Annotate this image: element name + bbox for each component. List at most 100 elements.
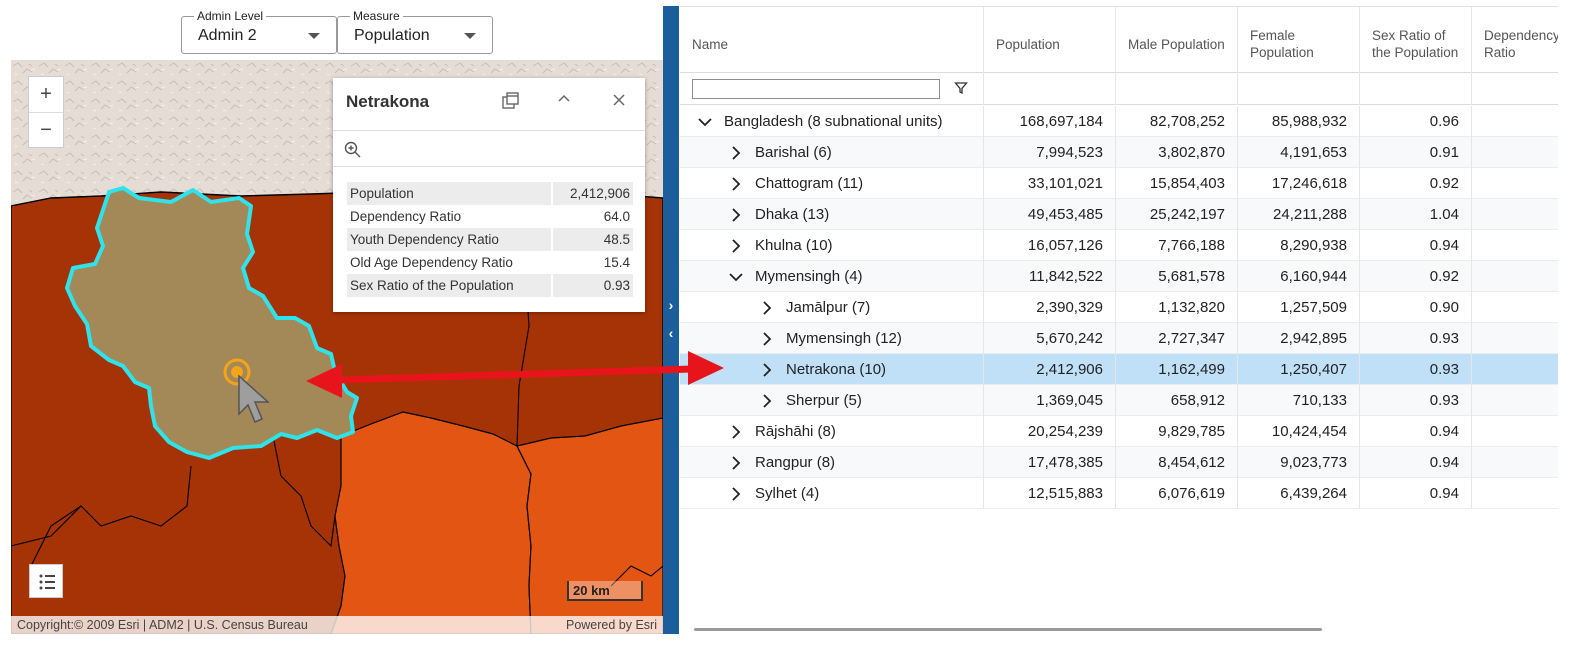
table-row[interactable]: Jamālpur (7) 2,390,329 1,132,820 1,257,509 0… <box>680 292 1558 323</box>
popup-row: Sex Ratio of the Population 0.93 <box>347 274 633 297</box>
popup-field-label: Population <box>347 182 553 205</box>
zoom-out-button[interactable]: − <box>29 112 63 147</box>
row-name: Rangpur (8) <box>755 454 836 471</box>
chevron-right-icon[interactable] <box>729 456 743 470</box>
filter-cell <box>680 73 984 105</box>
measure-select[interactable]: Measure Population <box>337 9 493 54</box>
column-header-sex-ratio[interactable]: Sex Ratio of the Population <box>1360 7 1472 73</box>
filter-cell <box>1360 73 1472 105</box>
female-cell: 6,160,944 <box>1238 261 1360 292</box>
name-cell: Chattogram (11) <box>680 168 984 199</box>
chevron-right-icon[interactable] <box>760 394 774 408</box>
filter-icon[interactable] <box>954 81 968 95</box>
chevron-right-icon[interactable] <box>729 146 743 160</box>
popup-field-value: 0.93 <box>551 274 633 297</box>
sex-ratio-cell: 0.92 <box>1360 168 1472 199</box>
popup-divider <box>333 166 645 167</box>
chevron-right-icon[interactable] <box>729 239 743 253</box>
region-orange-east[interactable] <box>516 417 663 634</box>
measure-value: Population <box>354 27 430 44</box>
population-cell: 2,412,906 <box>984 354 1116 385</box>
region-orange[interactable] <box>330 411 532 634</box>
chevron-right-icon[interactable] <box>760 332 774 346</box>
male-cell: 7,766,188 <box>1116 230 1238 261</box>
close-icon[interactable] <box>607 90 631 114</box>
legend-button[interactable] <box>29 564 63 598</box>
map-panel[interactable]: Admin Level Admin 2 Measure Population +… <box>11 6 663 634</box>
zoom-to-icon[interactable] <box>343 140 363 160</box>
filter-cell <box>1116 73 1238 105</box>
female-cell: 24,211,288 <box>1238 199 1360 230</box>
name-cell: Netrakona (10) <box>680 354 984 385</box>
powered-by-link[interactable]: Powered by Esri <box>566 616 657 634</box>
chevron-right-icon[interactable] <box>760 301 774 315</box>
row-name: Netrakona (10) <box>786 361 887 378</box>
column-header-male-population[interactable]: Male Population <box>1116 7 1238 73</box>
table-row[interactable]: Sherpur (5) 1,369,045658,912710,1330.9356 <box>680 385 1558 416</box>
row-name: Barishal (6) <box>755 144 832 161</box>
filter-cell <box>984 73 1116 105</box>
table-row[interactable]: Rangpur (8) 17,478,385 8,454,612 9,023,773 0… <box>680 447 1558 478</box>
chevron-right-icon[interactable] <box>760 363 774 377</box>
list-icon <box>39 574 55 590</box>
table-row[interactable]: Chattogram (11) 33,101,021 15,854,403 17,24… <box>680 168 1558 199</box>
popup-field-label: Old Age Dependency Ratio <box>350 255 513 270</box>
table-row[interactable]: Sylhet (4) 12,515,883 6,076,619 6,439,264 0.… <box>680 478 1558 509</box>
chevron-right-icon[interactable] <box>729 425 743 439</box>
data-grid[interactable]: Name Population Male Population Female P… <box>680 6 1558 634</box>
chevron-right-icon[interactable] <box>729 177 743 191</box>
chevron-down-icon[interactable] <box>729 270 743 284</box>
chevron-right-icon[interactable] <box>729 487 743 501</box>
sex-ratio-cell: 0.94 <box>1360 230 1472 261</box>
popup-row: Old Age Dependency Ratio 15.4 <box>347 251 633 274</box>
column-header-female-population[interactable]: Female Population <box>1238 7 1360 73</box>
row-name: Dhaka (13) <box>755 206 830 223</box>
admin-level-label: Admin Level <box>194 9 267 23</box>
table-row[interactable]: Barishal (6) 7,994,523 3,802,870 4,191,653 0… <box>680 137 1558 168</box>
table-row[interactable]: Mymensingh (4) 11,842,522 5,681,578 6,160,9… <box>680 261 1558 292</box>
popup-field-label: Dependency Ratio <box>350 209 462 224</box>
column-header-name[interactable]: Name <box>680 7 984 73</box>
dock-icon[interactable] <box>499 90 523 114</box>
sex-ratio-cell: 1.04 <box>1360 199 1472 230</box>
column-header-dependency-ratio[interactable]: Dependency Ratio <box>1472 7 1558 73</box>
row-name: Jamālpur (7) <box>786 299 871 316</box>
sex-ratio-cell: 0.91 <box>1360 137 1472 168</box>
table-row[interactable]: Mymensingh (12) 5,670,242 2,727,347 2,942,8… <box>680 323 1558 354</box>
male-cell: 5,681,578 <box>1116 261 1238 292</box>
population-cell: 16,057,126 <box>984 230 1116 261</box>
row-name: Bangladesh (8 subnational units) <box>724 113 943 130</box>
popup-attribute-table: Population 2,412,906 Dependency Ratio 64.0… <box>347 182 633 297</box>
table-row[interactable]: Rājshāhi (8) 20,254,239 9,829,785 10,424,45… <box>680 416 1558 447</box>
name-cell: Barishal (6) <box>680 137 984 168</box>
population-cell: 5,670,242 <box>984 323 1116 354</box>
female-cell: 9,023,773 <box>1238 447 1360 478</box>
table-row[interactable]: Bangladesh (8 subnational units) 168,697,… <box>680 106 1558 137</box>
population-cell: 20,254,239 <box>984 416 1116 447</box>
collapse-icon[interactable] <box>552 90 576 114</box>
table-row[interactable]: Dhaka (13) 49,453,485 25,242,197 24,211,288… <box>680 199 1558 230</box>
name-filter-input[interactable] <box>692 79 940 99</box>
female-cell: 1,257,509 <box>1238 292 1360 323</box>
chevron-right-icon[interactable]: › <box>665 298 677 312</box>
row-name: Khulna (10) <box>755 237 833 254</box>
click-marker-dot <box>231 366 243 378</box>
zoom-in-button[interactable]: + <box>29 77 63 112</box>
chevron-down-icon[interactable] <box>698 115 712 129</box>
chevron-left-icon[interactable]: ‹ <box>665 326 677 340</box>
popup-field-label: Youth Dependency Ratio <box>347 228 553 251</box>
panel-splitter[interactable]: › ‹ <box>663 6 679 634</box>
table-row[interactable]: Netrakona (10) 2,412,906 1,162,499 1,250,40… <box>680 354 1558 385</box>
table-row[interactable]: Khulna (10) 16,057,126 7,766,188 8,290,938 0… <box>680 230 1558 261</box>
dependency-cell: 60 <box>1472 478 1558 509</box>
horizontal-scrollbar[interactable] <box>694 628 1322 631</box>
column-header-population[interactable]: Population <box>984 7 1116 73</box>
name-cell: Sylhet (4) <box>680 478 984 509</box>
popup-row: Dependency Ratio 64.0 <box>347 205 633 228</box>
sex-ratio-cell: 0.90 <box>1360 292 1472 323</box>
feature-popup: Netrakona Population 2,412,906 Dependency… <box>333 78 645 312</box>
name-cell: Jamālpur (7) <box>680 292 984 323</box>
chevron-right-icon[interactable] <box>729 208 743 222</box>
admin-level-select[interactable]: Admin Level Admin 2 <box>181 9 337 54</box>
dependency-cell: 53 <box>1472 292 1558 323</box>
